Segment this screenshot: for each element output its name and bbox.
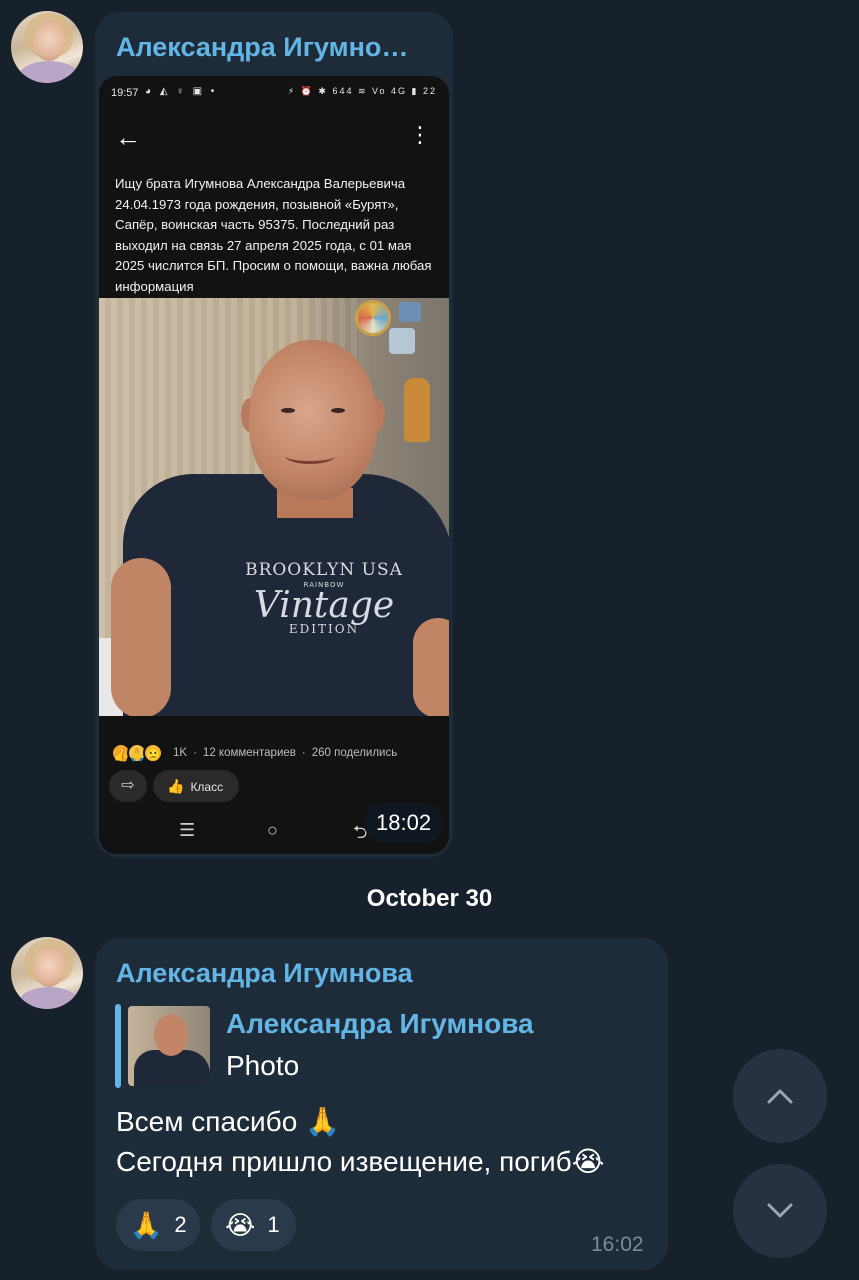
- menu-icon: ☰: [179, 820, 196, 840]
- message-text: Всем спасибо 🙏 Сегодня пришло извещение,…: [116, 1102, 604, 1182]
- chevron-down-icon: [767, 1203, 793, 1218]
- dot-separator: ·: [193, 747, 197, 759]
- message-line: Сегодня пришло извещение, погиб😭: [116, 1146, 605, 1177]
- thumb-head: [154, 1014, 188, 1056]
- post-photo: BROOKLYN USA RAINBOW Vintage EDITION: [99, 298, 449, 716]
- reply-sender-name[interactable]: Александра Игумнова: [226, 1008, 534, 1040]
- back-arrow-icon: ←: [115, 122, 141, 152]
- avatar-body: [19, 987, 79, 1009]
- klass-button: 👍 Класс: [153, 770, 239, 802]
- reaction-count: 2: [174, 1212, 187, 1237]
- avatar-face: [33, 947, 65, 987]
- shirt-print-line: Vintage: [253, 585, 395, 626]
- shares-count: 260 поделились: [311, 747, 398, 759]
- reply-thumbnail[interactable]: [128, 1006, 210, 1086]
- message-line: Всем спасибо 🙏: [116, 1106, 340, 1137]
- sender-name[interactable]: Александра Игумно…: [116, 32, 436, 63]
- status-time: 19:57: [111, 87, 139, 99]
- toy-figure: [404, 378, 430, 442]
- status-icons-left: ◕ ◭ ♀ ▣ •: [145, 86, 218, 97]
- thumbs-up-icon: 👍: [167, 778, 185, 794]
- reaction-chip-pray[interactable]: 🙏 2: [116, 1199, 200, 1251]
- klass-label: Класс: [190, 780, 224, 794]
- share-icon: ⇨: [109, 770, 147, 802]
- person-eye: [331, 408, 345, 413]
- chat-view: Александра Игумно… 19:57 ◕ ◭ ♀ ▣ • ⚡ ⏰ ✱…: [0, 0, 859, 1280]
- comments-count: 12 комментариев: [202, 747, 296, 759]
- person-eye: [281, 408, 295, 413]
- dot-separator: ·: [301, 747, 306, 759]
- post-text: Ищу брата Игумнова Александра Валерьевич…: [115, 176, 432, 294]
- sad-icon: 🙁: [143, 743, 163, 763]
- reply-accent-bar: [115, 1004, 121, 1088]
- crying-icon: 😭: [225, 1209, 256, 1240]
- decorative-plate: [355, 300, 391, 336]
- reaction-chip-cry[interactable]: 😭 1: [211, 1199, 296, 1251]
- scroll-down-button[interactable]: [733, 1164, 827, 1258]
- person-arm: [111, 558, 171, 716]
- reactions-count: 1K: [173, 747, 188, 759]
- date-separator: October 30: [366, 885, 493, 912]
- pray-icon: 🙏: [130, 1209, 163, 1240]
- person-arm: [413, 618, 449, 716]
- reply-media-type[interactable]: Photo: [226, 1050, 299, 1082]
- person-head: [249, 340, 377, 500]
- sender-avatar[interactable]: [11, 11, 83, 83]
- fridge-magnet: [399, 302, 421, 322]
- message-time: 18:02: [364, 803, 444, 843]
- scroll-up-button[interactable]: [733, 1049, 827, 1143]
- avatar-face: [33, 21, 65, 61]
- status-icons-right: ⚡ ⏰ ✱ 644 ≋ Vo 4G ▮ 22: [287, 86, 437, 96]
- home-icon: ○: [267, 820, 278, 840]
- reaction-count: 1: [267, 1212, 280, 1237]
- chevron-up-icon: [767, 1089, 793, 1104]
- sender-avatar[interactable]: [11, 937, 83, 1009]
- sender-name[interactable]: Александра Игумнова: [116, 958, 413, 989]
- status-bar: 19:57 ◕ ◭ ♀ ▣ • ⚡ ⏰ ✱ 644 ≋ Vo 4G ▮ 22: [99, 76, 449, 110]
- avatar-body: [19, 61, 79, 83]
- post-stats: 👍 🙏 🙁 1K · 12 комментариев · 260 поделил…: [111, 743, 397, 763]
- reaction-icons: 👍 🙏 🙁: [111, 743, 163, 763]
- message-time: 16:02: [591, 1233, 644, 1256]
- person-smile: [285, 448, 335, 464]
- fridge-magnet: [389, 328, 415, 354]
- shirt-print: BROOKLYN USA RAINBOW Vintage EDITION: [239, 560, 409, 636]
- photo-screenshot[interactable]: 19:57 ◕ ◭ ♀ ▣ • ⚡ ⏰ ✱ 644 ≋ Vo 4G ▮ 22 ←…: [99, 76, 449, 854]
- shirt-print-line: BROOKLYN USA: [245, 560, 403, 580]
- more-options-icon: ⋮: [409, 122, 431, 147]
